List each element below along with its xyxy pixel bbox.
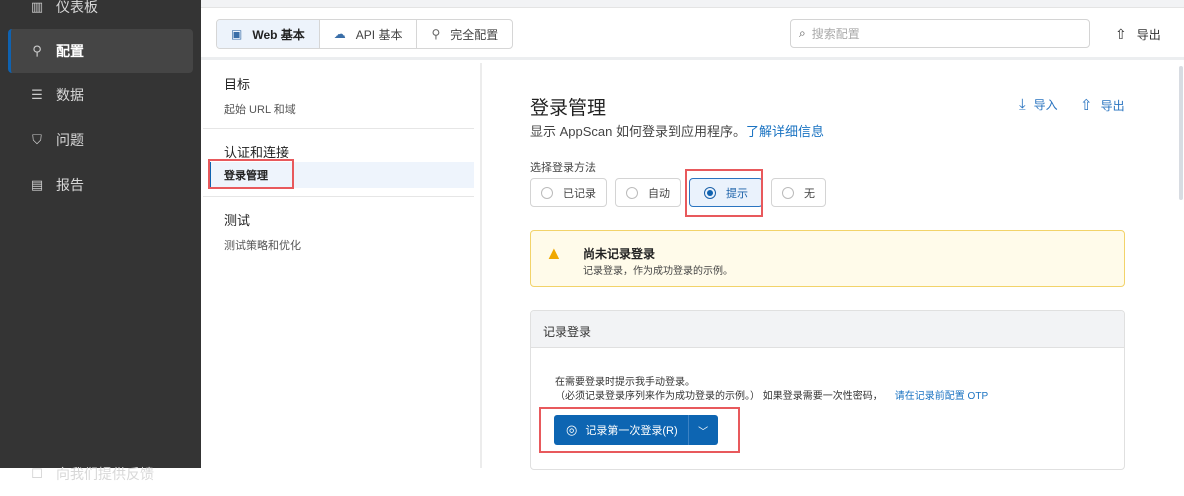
bar-chart-icon: ▥ [30, 0, 44, 14]
sidebar-item-data[interactable]: ☰ 数据 [8, 73, 193, 117]
import-button[interactable]: ⤓ 导入 [1019, 96, 1058, 113]
report-icon: ▤ [30, 177, 44, 192]
panel-text: （必须记录登录序列来作为成功登录的示例。） 如果登录需要一次性密码， 请在记录前配… [555, 391, 989, 402]
nav-item-start-url[interactable]: 起始 URL 和域 [224, 101, 296, 117]
upload-icon: ⇧ [1080, 97, 1093, 114]
configure-otp-link[interactable]: 请在记录前配置 OTP [895, 391, 988, 402]
learn-more-link[interactable]: 了解详细信息 [746, 124, 824, 139]
radio-none[interactable]: 无 [771, 178, 826, 207]
top-strip [201, 0, 1184, 8]
divider [203, 128, 474, 129]
record-login-panel: 记录登录 在需要登录时提示我手动登录。 （必须记录登录序列来作为成功登录的示例。… [530, 310, 1125, 470]
nav-heading-target: 目标 [224, 77, 251, 92]
search-icon: ⌕ [799, 26, 806, 40]
config-nav: 目标 起始 URL 和域 认证和连接 登录管理 测试 测试策略和优化 [201, 63, 482, 468]
divider [203, 196, 474, 197]
radio-automatic[interactable]: 自动 [615, 178, 681, 207]
download-icon: ⤓ [1019, 96, 1026, 113]
highlight-box [685, 169, 763, 217]
page-title: 登录管理 [530, 98, 607, 119]
search-input[interactable]: ⌕ 搜索配置 [790, 19, 1090, 48]
tab-web-basic[interactable]: ▣ Web 基本 [217, 20, 320, 48]
page-subtitle: 显示 AppScan 如何登录到应用程序。了解详细信息 [530, 124, 825, 139]
login-method-group: 已记录 自动 提示 无 [530, 178, 826, 207]
panel-text: 在需要登录时提示我手动登录。 [555, 377, 695, 388]
sidebar-item-reports[interactable]: ▤ 报告 [8, 163, 193, 207]
warning-title: 尚未记录登录 [583, 247, 656, 261]
export-config-button[interactable]: ⇧ 导出 [1080, 96, 1125, 114]
nav-item-test-strategy[interactable]: 测试策略和优化 [224, 237, 301, 253]
warning-notification: ▲ 尚未记录登录 记录登录，作为成功登录的示例。 [530, 230, 1125, 287]
panel-title: 记录登录 [531, 311, 1124, 348]
login-method-label: 选择登录方法 [530, 162, 596, 174]
tab-api-basic[interactable]: ☁ API 基本 [320, 20, 418, 48]
config-mode-tabs: ▣ Web 基本 ☁ API 基本 ⚲ 完全配置 [216, 19, 514, 49]
browser-icon: ▣ [231, 27, 243, 41]
wrench-icon: ⚲ [32, 43, 42, 58]
upload-icon: ⇧ [1115, 26, 1127, 42]
export-button[interactable]: ⇧ 导出 [1115, 26, 1161, 43]
sidebar-item-issues[interactable]: ⛉ 问题 [8, 118, 193, 162]
radio-circle-icon [782, 186, 794, 199]
database-icon: ☰ [31, 87, 43, 102]
warning-desc: 记录登录，作为成功登录的示例。 [583, 266, 733, 277]
sidebar-item-feedback[interactable]: ☐ 向我们提供反馈 [8, 452, 193, 496]
warning-icon: ▲ [545, 243, 563, 263]
radio-circle-icon [626, 186, 638, 199]
nav-heading-test: 测试 [224, 213, 251, 228]
wrench-icon: ⚲ [431, 27, 441, 41]
toolbar: ▣ Web 基本 ☁ API 基本 ⚲ 完全配置 ⌕ 搜索配置 ⇧ 导出 [201, 8, 1184, 60]
scrollbar[interactable] [1179, 66, 1183, 200]
radio-circle-icon [541, 186, 553, 199]
sidebar-item-dashboard[interactable]: ▥ 仪表板 [8, 0, 193, 29]
radio-recorded[interactable]: 已记录 [530, 178, 607, 207]
highlight-box [539, 407, 740, 453]
sidebar-item-config[interactable]: ⚲ 配置 [8, 29, 193, 73]
feedback-icon: ☐ [31, 466, 43, 481]
sidebar: ▥ 仪表板 ⚲ 配置 ☰ 数据 ⛉ 问题 ▤ 报告 ☐ 向我们提供反馈 [0, 0, 201, 482]
main-content: 登录管理 显示 AppScan 如何登录到应用程序。了解详细信息 ⤓ 导入 ⇧ 导出… [484, 63, 1184, 470]
cloud-icon: ☁ [333, 27, 346, 41]
highlight-box [208, 159, 294, 189]
shield-icon: ⛉ [32, 132, 42, 147]
tab-full-config[interactable]: ⚲ 完全配置 [417, 20, 512, 48]
